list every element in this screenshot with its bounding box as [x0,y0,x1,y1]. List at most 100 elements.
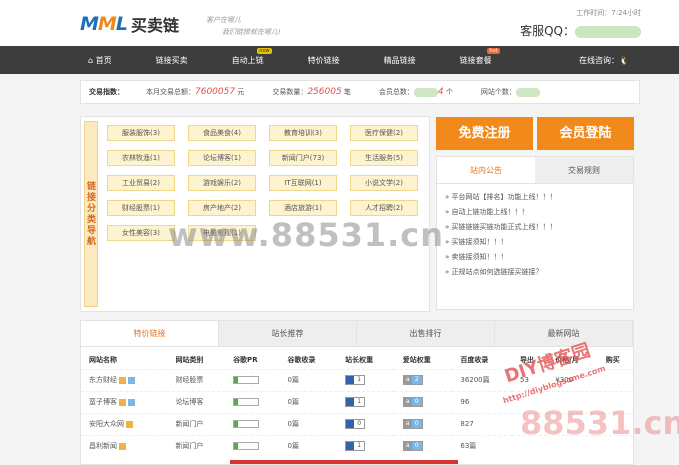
login-button[interactable]: 会员登陆 [537,117,634,150]
category-item[interactable]: 财经股票(1) [107,200,175,216]
tab-announcements[interactable]: 站内公告 [437,157,535,183]
nav-item-home[interactable]: ⌂ 首页 [88,55,112,66]
category-item[interactable]: 服装服饰(3) [107,125,175,141]
category-item[interactable]: 小说文学(2) [350,175,418,191]
service-qq-blurred[interactable] [575,25,641,38]
google-pr [225,368,280,391]
site-name[interactable]: 安阳大众网 [81,412,168,435]
az-weight: a0 [394,412,453,435]
blurred-value [515,87,540,97]
category-item[interactable]: 医疗保健(2) [350,125,418,141]
notice-item[interactable]: » 正规站点如何选链接买链接？ [445,265,625,280]
category-item[interactable]: IT互联网(1) [269,175,337,191]
notice-item[interactable]: » 卖链接须知！！！ [445,250,625,265]
category-item[interactable]: 食品美食(4) [188,125,256,141]
az-icon: a [403,442,412,451]
register-button[interactable]: 免费注册 [436,117,533,150]
notice-item-text: 买链链链买链功能正式上线！！！ [451,223,557,231]
category-item[interactable]: 游戏娱乐(2) [188,175,256,191]
az-weight: a0 [394,434,453,457]
column-header: 站长权重 [345,355,374,364]
category-item[interactable]: 论坛博客(1) [188,150,256,166]
blurred-value [413,87,438,97]
online-consult-label: 在线咨询： [579,56,620,65]
logo[interactable]: MML 买卖链 [80,12,179,36]
weight-value: 0 [411,398,422,406]
tab-trade-rules[interactable]: 交易规则 [535,157,633,183]
nav-item-special-links[interactable]: 特价链接 [308,55,340,66]
site-name[interactable]: 蛮子博客 [81,390,168,413]
weight-value: 1 [357,442,362,450]
logo-text: 买卖链 [130,16,179,35]
notice-item-text: 平台网站【排名】功能上线！！！ [451,193,557,201]
google-pr [225,390,280,413]
az-icon: a [403,398,412,406]
info-icon [128,398,135,406]
site-name[interactable]: 东方财经 [81,368,168,391]
weight-value: 2 [411,376,422,384]
site-name-text: 蛮子博客 [89,398,117,406]
verified-icon [119,442,126,450]
verified-icon [119,398,126,406]
logo-mark: MML [80,13,128,35]
weight-badge: a2 [402,375,423,385]
category-item[interactable]: 人才招聘(2) [350,200,418,216]
paw-icon: 🐾 [346,420,355,428]
online-consult[interactable]: 在线咨询：🐧 [579,55,629,66]
site-name-text: 东方财经 [89,376,117,384]
site-name[interactable]: 昌利新闻 [81,434,168,457]
nav-item-auto-link[interactable]: 自动上链 new [231,47,272,66]
category-item[interactable]: 房产地产(2) [188,200,256,216]
tab-sales-ranking[interactable]: 出售排行 [357,321,495,346]
site-name-text: 安阳大众网 [89,420,124,428]
category-item[interactable]: 农林牧渔(1) [107,150,175,166]
slogan: 客户在哪儿 我们链接就在哪儿! [206,14,281,38]
tab-recommended[interactable]: 站长推荐 [219,321,357,346]
stat-total-value: 7600057 [195,87,236,97]
weight-badge: 🐾 1 [345,441,366,452]
notice-item[interactable]: » 买链接须知！！！ [445,235,625,250]
category-item[interactable]: 酒店旅游(1) [269,200,337,216]
nav-item-link-packages[interactable]: 链接套餐 hot [459,47,500,66]
nav-item-label: 自动上链 [231,55,264,65]
category-item[interactable]: 工业贸易(2) [107,175,175,191]
zz-weight: 🐾 1 [337,390,395,413]
slogan-line-2: 我们链接就在哪儿! [222,28,281,36]
watermark-text: www.88531.cn [168,216,445,254]
notice-item-text: 正规站点如何选链接买链接？ [451,268,543,276]
tab-special-links[interactable]: 特价链接 [81,321,219,346]
notice-item[interactable]: » 买链链链买链功能正式上线！！！ [445,220,625,235]
nav-item-premium-links[interactable]: 精品链接 [384,55,416,66]
paw-icon: 🐾 [346,398,355,406]
site-name-text: 昌利新闻 [89,442,117,451]
service-qq: 客服QQ： [520,22,641,39]
main-nav: ⌂ 首页 链接买卖 自动上链 new 特价链接 精品链接 链接套餐 hot 在线咨询… [0,46,679,74]
nav-item-link-trade[interactable]: 链接买卖 [156,55,188,66]
google-index: 0篇 [279,368,338,391]
stat-total-label: 本月交易总额： [146,88,195,96]
notice-item-text: 卖链接须知！！！ [451,253,508,261]
nav-item-label: 链接套餐 [459,55,492,65]
stat-count: 交易数量：256005 笔 [272,87,351,97]
stat-count-unit: 笔 [343,88,351,96]
weight-badge: 🐾 0 [345,419,366,429]
category-item[interactable]: 生活服务(5) [350,150,418,166]
nav-item-label: 链接买卖 [155,55,188,65]
notice-item[interactable]: » 平台网站【排名】功能上线！！！ [445,190,625,205]
category-item[interactable]: 教育培训(3) [269,125,337,141]
notice-item[interactable]: » 自动上链功能上线！！！ [445,205,625,220]
info-icon [128,376,135,384]
zz-weight: 🐾 0 [337,412,395,435]
watermark-text-2: 88531.cn [520,404,679,442]
weight-value: 0 [411,420,422,428]
pr-bar [233,398,260,406]
site-category: 论坛博客 [167,390,226,413]
qq-penguin-icon: 🐧 [619,56,629,65]
notice-item-text: 自动上链功能上线！！！ [451,208,529,216]
auth-buttons: 免费注册 会员登陆 [436,117,634,150]
stat-total: 本月交易总额：7600057 元 [146,87,244,97]
pr-bar [233,376,260,384]
category-item[interactable]: 女性美容(3) [107,225,175,241]
notice-panel: 站内公告 交易规则 » 平台网站【排名】功能上线！！！ » 自动上链功能上线！！… [436,156,634,310]
category-item[interactable]: 新闻门户(73) [269,150,337,166]
